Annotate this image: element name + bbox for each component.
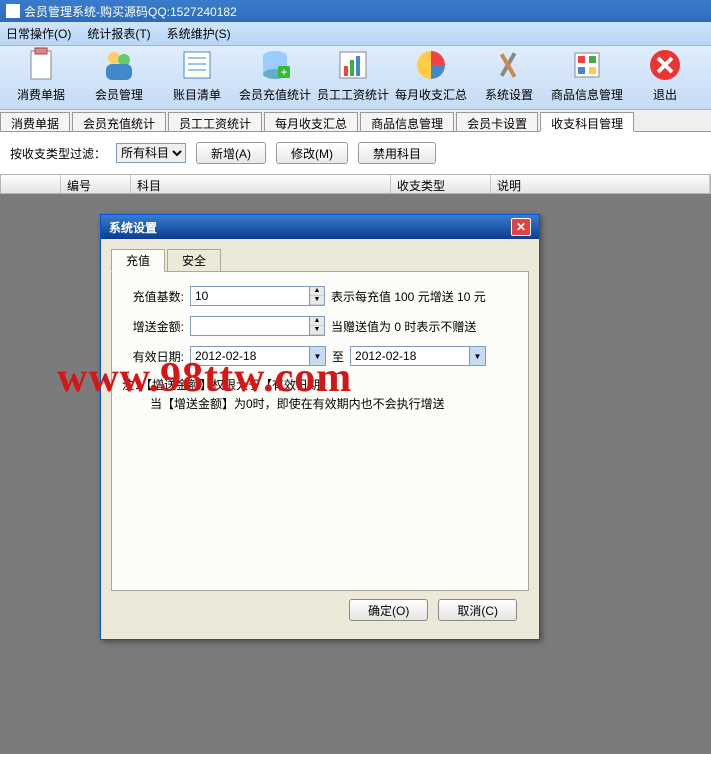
clipboard-icon (22, 46, 60, 84)
tool-label: 系统设置 (485, 86, 533, 103)
tool-label: 员工工资统计 (317, 86, 389, 103)
settings-dialog: 系统设置 ✕ 充值 安全 www.98ttw.com 充值基数: ▲▼ 表示每充… (100, 214, 540, 640)
note-text: 注：【增送金额】权限大于【有效日期】 当【增送金额】为0时，即使在有效期内也不会… (122, 376, 518, 414)
tab-2[interactable]: 员工工资统计 (168, 112, 262, 131)
svg-text:+: + (280, 65, 287, 79)
edit-button[interactable]: 修改(M) (276, 142, 348, 164)
people-icon (100, 46, 138, 84)
chart-icon (334, 46, 372, 84)
filter-label: 按收支类型过滤： (10, 145, 106, 162)
disable-button[interactable]: 禁用科目 (358, 142, 436, 164)
col-desc: 说明 (491, 175, 710, 193)
tab-5[interactable]: 会员卡设置 (456, 112, 538, 131)
filter-select[interactable]: 所有科目 (116, 143, 186, 163)
tool-account[interactable]: 账目清单 (158, 50, 236, 105)
document-tabs: 消费单据会员充值统计员工工资统计每月收支汇总商品信息管理会员卡设置收支科目管理 (0, 110, 711, 132)
tool-label: 会员充值统计 (239, 86, 311, 103)
filter-bar: 按收支类型过滤： 所有科目 新增(A) 修改(M) 禁用科目 (0, 132, 711, 174)
pie-icon (412, 46, 450, 84)
ok-button[interactable]: 确定(O) (349, 599, 428, 621)
tool-goods[interactable]: 商品信息管理 (548, 50, 626, 105)
date-to-input[interactable] (350, 346, 470, 366)
bonus-label: 增送金额: (122, 318, 184, 335)
grid-area: 系统设置 ✕ 充值 安全 www.98ttw.com 充值基数: ▲▼ 表示每充… (0, 194, 711, 754)
app-icon (6, 4, 20, 18)
base-desc: 表示每充值 100 元增送 10 元 (331, 288, 486, 305)
tool-salary[interactable]: 员工工资统计 (314, 50, 392, 105)
dialog-tabs: 充值 安全 (111, 249, 529, 272)
col-type: 收支类型 (391, 175, 491, 193)
tool-label: 每月收支汇总 (395, 86, 467, 103)
base-spinner[interactable]: ▲▼ (310, 286, 325, 306)
tab-security[interactable]: 安全 (167, 249, 221, 272)
tab-recharge[interactable]: 充值 (111, 249, 165, 272)
tool-label: 商品信息管理 (551, 86, 623, 103)
tool-settings[interactable]: 系统设置 (470, 50, 548, 105)
menu-daily[interactable]: 日常操作(O) (6, 25, 71, 42)
bonus-desc: 当赠送值为 0 时表示不赠送 (331, 318, 476, 335)
chevron-down-icon[interactable]: ▼ (310, 346, 326, 366)
bonus-input[interactable] (190, 316, 310, 336)
tool-member[interactable]: 会员管理 (80, 50, 158, 105)
exit-icon (646, 46, 684, 84)
menu-maintain[interactable]: 系统维护(S) (167, 25, 231, 42)
tool-label: 账目清单 (173, 86, 221, 103)
chevron-down-icon[interactable]: ▼ (470, 346, 486, 366)
toolbar: 消费单据 会员管理 账目清单 + 会员充值统计员工工资统计每月收支汇总 系统设置 商品信息管… (0, 46, 711, 110)
window-titlebar: 会员管理系统-购买源码QQ:1527240182 (0, 0, 711, 22)
tab-6[interactable]: 收支科目管理 (540, 112, 634, 132)
tool-label: 消费单据 (17, 86, 65, 103)
menubar: 日常操作(O) 统计报表(T) 系统维护(S) (0, 22, 711, 46)
tool-monthly[interactable]: 每月收支汇总 (392, 50, 470, 105)
tool-label: 退出 (653, 86, 677, 103)
tool-consume[interactable]: 消费单据 (2, 50, 80, 105)
tab-1[interactable]: 会员充值统计 (72, 112, 166, 131)
tab-3[interactable]: 每月收支汇总 (264, 112, 358, 131)
dialog-title: 系统设置 (109, 219, 157, 236)
dialog-panel: www.98ttw.com 充值基数: ▲▼ 表示每充值 100 元增送 10 … (111, 271, 529, 591)
tool-exit[interactable]: 退出 (626, 50, 704, 105)
tool-recharge[interactable]: + 会员充值统计 (236, 50, 314, 105)
base-input[interactable] (190, 286, 310, 306)
base-label: 充值基数: (122, 288, 184, 305)
window-title: 会员管理系统-购买源码QQ:1527240182 (24, 3, 237, 20)
list-icon (178, 46, 216, 84)
date-to-label: 至 (332, 348, 344, 365)
col-id: 编号 (61, 175, 131, 193)
add-button[interactable]: 新增(A) (196, 142, 266, 164)
tools-icon (490, 46, 528, 84)
col-blank (1, 175, 61, 193)
table-header: 编号 科目 收支类型 说明 (0, 174, 711, 194)
tab-4[interactable]: 商品信息管理 (360, 112, 454, 131)
menu-report[interactable]: 统计报表(T) (87, 25, 150, 42)
dialog-footer: 确定(O) 取消(C) (111, 591, 529, 629)
tool-label: 会员管理 (95, 86, 143, 103)
date-from-input[interactable] (190, 346, 310, 366)
tab-0[interactable]: 消费单据 (0, 112, 70, 131)
date-label: 有效日期: (122, 348, 184, 365)
col-subject: 科目 (131, 175, 391, 193)
dialog-titlebar[interactable]: 系统设置 ✕ (101, 215, 539, 239)
bonus-spinner[interactable]: ▲▼ (310, 316, 325, 336)
db-icon: + (256, 46, 294, 84)
close-icon[interactable]: ✕ (511, 218, 531, 236)
cancel-button[interactable]: 取消(C) (438, 599, 517, 621)
grid-icon (568, 46, 606, 84)
